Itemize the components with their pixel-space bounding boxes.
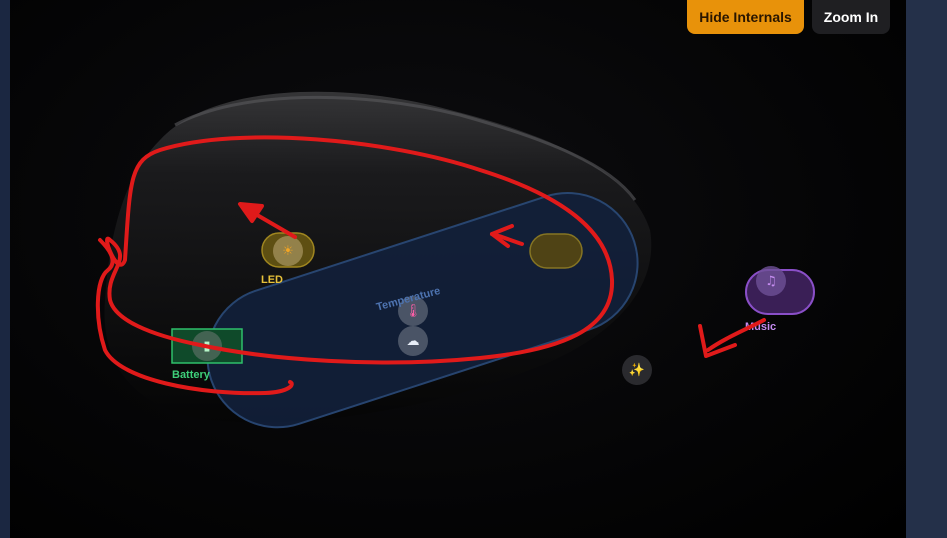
- zoom-in-button[interactable]: Zoom In: [812, 0, 890, 34]
- sparkle-icon[interactable]: ✨: [622, 355, 652, 385]
- device-viewport[interactable]: ☀ LED 🌡 Temperature ☁ ▮ Battery ♫ Music …: [10, 0, 906, 538]
- sun-icon[interactable]: ☀: [273, 236, 303, 266]
- aux-pill: [529, 233, 583, 269]
- battery-icon[interactable]: ▮: [192, 331, 222, 361]
- led-label: LED: [261, 274, 283, 286]
- battery-label: Battery: [172, 369, 210, 381]
- music-note-icon[interactable]: ♫: [756, 266, 786, 296]
- hide-internals-button[interactable]: Hide Internals: [687, 0, 804, 34]
- cloud-icon[interactable]: ☁: [398, 326, 428, 356]
- music-label: Music: [745, 321, 777, 333]
